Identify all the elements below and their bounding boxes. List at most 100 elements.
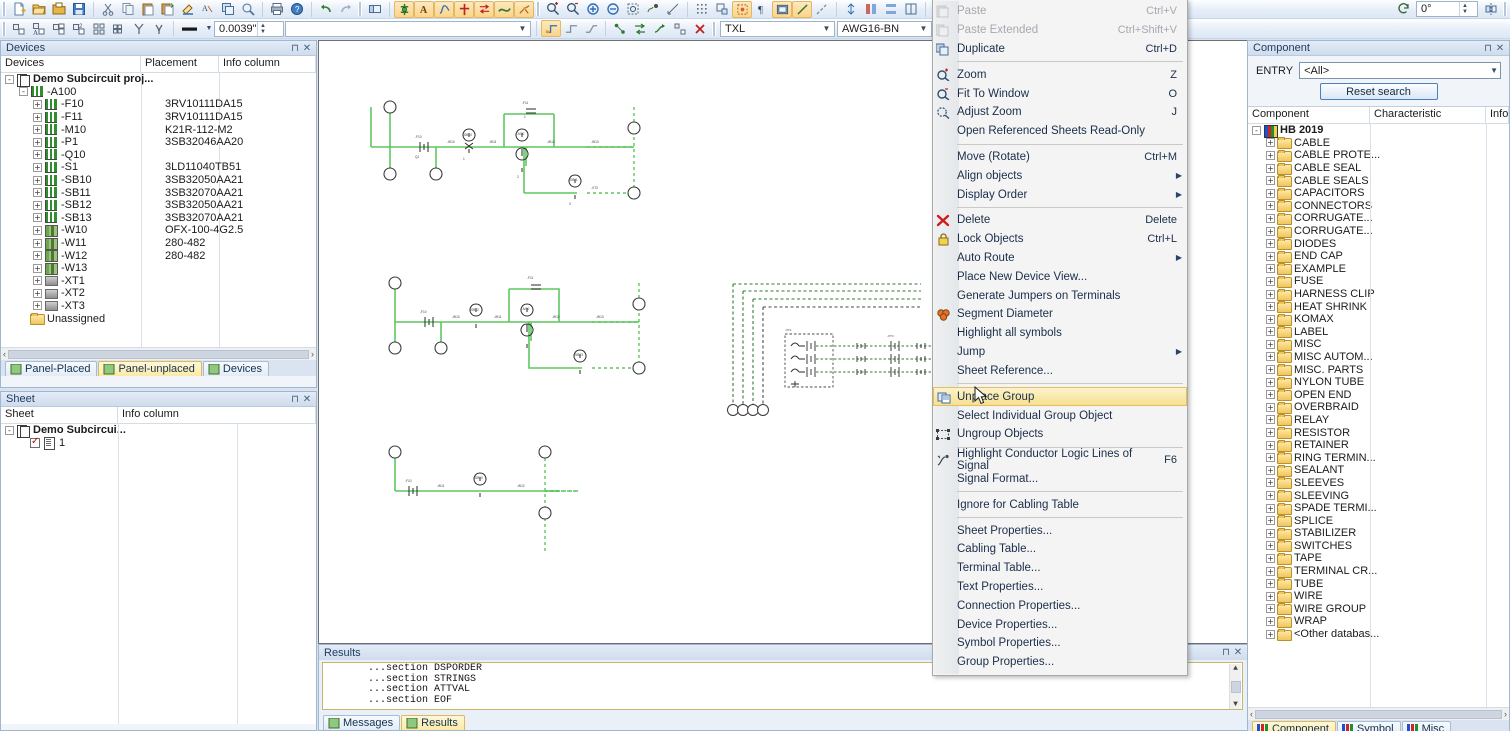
- menu-item-unplace-group[interactable]: Unplace Group: [933, 387, 1187, 406]
- menu-item-auto-route[interactable]: Auto Route▶: [933, 249, 1187, 268]
- array-icon[interactable]: [89, 20, 109, 37]
- terminal-icon[interactable]: [454, 1, 474, 18]
- place-text-icon[interactable]: A: [29, 20, 49, 37]
- devices-hscrollbar[interactable]: ‹ ›: [1, 347, 316, 360]
- tab-symbol[interactable]: Symbol: [1337, 721, 1401, 731]
- apply-format-icon[interactable]: [178, 1, 198, 18]
- menu-item-highlight-conductor-logic-lines-of-signal[interactable]: Highlight Conductor Logic Lines of Signa…: [933, 451, 1187, 470]
- help-icon[interactable]: ?: [287, 1, 307, 18]
- expand-toggle-icon[interactable]: +: [1266, 340, 1275, 349]
- tree-row[interactable]: +-XT1: [1, 275, 316, 288]
- expand-toggle-icon[interactable]: +: [33, 176, 42, 185]
- expand-toggle-icon[interactable]: +: [1266, 466, 1275, 475]
- tree-row[interactable]: +CABLE SEAL: [1248, 162, 1509, 175]
- redo-icon[interactable]: [336, 1, 356, 18]
- menu-item-group-properties[interactable]: Group Properties...: [933, 653, 1187, 672]
- place-icon[interactable]: [9, 20, 29, 37]
- tree-row[interactable]: +CORRUGATE...: [1248, 212, 1509, 225]
- expand-toggle-icon[interactable]: +: [1266, 252, 1275, 261]
- chevron-down-icon[interactable]: ▼: [918, 24, 929, 33]
- expand-toggle-icon[interactable]: +: [1266, 541, 1275, 550]
- paragraph-icon[interactable]: ¶: [752, 1, 772, 18]
- tree-row[interactable]: Unassigned: [1, 312, 316, 325]
- tree-row[interactable]: +KOMAX: [1248, 313, 1509, 326]
- wire-spec-combo[interactable]: AWG16-BN▼: [837, 21, 932, 37]
- place-multi-icon[interactable]: [49, 20, 69, 37]
- sheet-col-sheet[interactable]: Sheet: [1, 407, 118, 423]
- pin-icon[interactable]: ⊓: [289, 394, 301, 405]
- zoom-out-icon[interactable]: [563, 1, 583, 18]
- tab-devices[interactable]: Devices: [203, 361, 269, 376]
- expand-toggle-icon[interactable]: +: [1266, 617, 1275, 626]
- expand-toggle-icon[interactable]: +: [1266, 579, 1275, 588]
- tree-row[interactable]: +WRAP: [1248, 615, 1509, 628]
- menu-item-symbol-properties[interactable]: Symbol Properties...: [933, 634, 1187, 653]
- menu-item-place-new-device-view[interactable]: Place New Device View...: [933, 267, 1187, 286]
- matrix-icon[interactable]: [109, 20, 129, 37]
- tree-row[interactable]: +TERMINAL CR...: [1248, 565, 1509, 578]
- tree-row[interactable]: +OVERBRAID: [1248, 401, 1509, 414]
- pin-icon[interactable]: ⊓: [1482, 43, 1494, 54]
- expand-toggle-icon[interactable]: +: [33, 226, 42, 235]
- entry-combo[interactable]: <All> ▼: [1299, 62, 1501, 79]
- swap-connection-icon[interactable]: [630, 20, 650, 37]
- line-width-picker[interactable]: [178, 20, 204, 37]
- signal-icon[interactable]: [474, 1, 494, 18]
- menu-item-terminal-table[interactable]: Terminal Table...: [933, 559, 1187, 578]
- tree-row[interactable]: +MISC. PARTS: [1248, 363, 1509, 376]
- tree-row[interactable]: +WIRE GROUP: [1248, 603, 1509, 616]
- expand-toggle-icon[interactable]: +: [33, 213, 42, 222]
- tree-row[interactable]: +SWITCHES: [1248, 540, 1509, 553]
- tree-row[interactable]: -Demo Subcircui...: [1, 424, 316, 437]
- place-copy-icon[interactable]: 2: [69, 20, 89, 37]
- menu-item-jump[interactable]: Jump▶: [933, 343, 1187, 362]
- close-icon[interactable]: ✕: [1232, 647, 1244, 658]
- expand-toggle-icon[interactable]: +: [1266, 352, 1275, 361]
- tree-row[interactable]: +RETAINER: [1248, 439, 1509, 452]
- menu-item-sheet-reference[interactable]: Sheet Reference...: [933, 361, 1187, 380]
- line-width-stepper[interactable]: ▲▼: [257, 22, 268, 36]
- tree-row[interactable]: +HARNESS CLIP: [1248, 288, 1509, 301]
- duplicate-icon[interactable]: [218, 1, 238, 18]
- rotate-icon[interactable]: [1394, 1, 1414, 18]
- cut-icon[interactable]: [98, 1, 118, 18]
- menu-item-ignore-for-cabling-table[interactable]: Ignore for Cabling Table: [933, 495, 1187, 514]
- zoom-in-icon[interactable]: [543, 1, 563, 18]
- expand-toggle-icon[interactable]: +: [33, 239, 42, 248]
- expand-toggle-icon[interactable]: +: [1266, 201, 1275, 210]
- scroll-left-arrow-icon[interactable]: ‹: [3, 349, 6, 359]
- tab-misc[interactable]: Misc: [1402, 721, 1452, 731]
- text-icon[interactable]: A: [414, 1, 434, 18]
- scroll-right-arrow-icon[interactable]: ›: [311, 349, 314, 359]
- tree-row[interactable]: +MISC: [1248, 338, 1509, 351]
- expand-toggle-icon[interactable]: +: [33, 100, 42, 109]
- tree-row[interactable]: +FUSE: [1248, 275, 1509, 288]
- disconnect-icon[interactable]: [670, 20, 690, 37]
- scroll-left-arrow-icon[interactable]: ‹: [1250, 709, 1253, 719]
- devices-col-info[interactable]: Info column: [219, 56, 316, 72]
- tree-row[interactable]: +-Q10: [1, 149, 316, 162]
- tree-row[interactable]: --A100: [1, 86, 316, 99]
- menu-item-adjust-zoom[interactable]: Adjust ZoomJ: [933, 103, 1187, 122]
- expand-toggle-icon[interactable]: +: [1266, 302, 1275, 311]
- dimension-icon[interactable]: [841, 1, 861, 18]
- tab-panel-placed[interactable]: Panel-Placed: [5, 361, 97, 376]
- expand-toggle-icon[interactable]: +: [1266, 277, 1275, 286]
- columns-icon[interactable]: [901, 1, 921, 18]
- menu-item-lock-objects[interactable]: Lock ObjectsCtrl+L: [933, 230, 1187, 249]
- expand-toggle-icon[interactable]: +: [1266, 504, 1275, 513]
- connection-icon[interactable]: [434, 1, 454, 18]
- expand-toggle-icon[interactable]: +: [1266, 604, 1275, 613]
- expand-toggle-icon[interactable]: +: [1266, 290, 1275, 299]
- tree-row[interactable]: -HB 2019: [1248, 124, 1509, 137]
- panel-toggle-icon[interactable]: [365, 1, 385, 18]
- scroll-thumb[interactable]: [8, 350, 309, 359]
- expand-toggle-icon[interactable]: +: [33, 163, 42, 172]
- devices-tree[interactable]: -Demo Subcircuit proj...--A100+-F103RV10…: [1, 73, 316, 347]
- expand-toggle-icon[interactable]: +: [33, 150, 42, 159]
- tree-row[interactable]: +-W11280-482: [1, 237, 316, 250]
- expand-toggle-icon[interactable]: +: [1266, 491, 1275, 500]
- tree-row[interactable]: +-XT2: [1, 287, 316, 300]
- tree-row[interactable]: +RING TERMIN...: [1248, 451, 1509, 464]
- chevron-down-icon[interactable]: ▼: [517, 24, 528, 33]
